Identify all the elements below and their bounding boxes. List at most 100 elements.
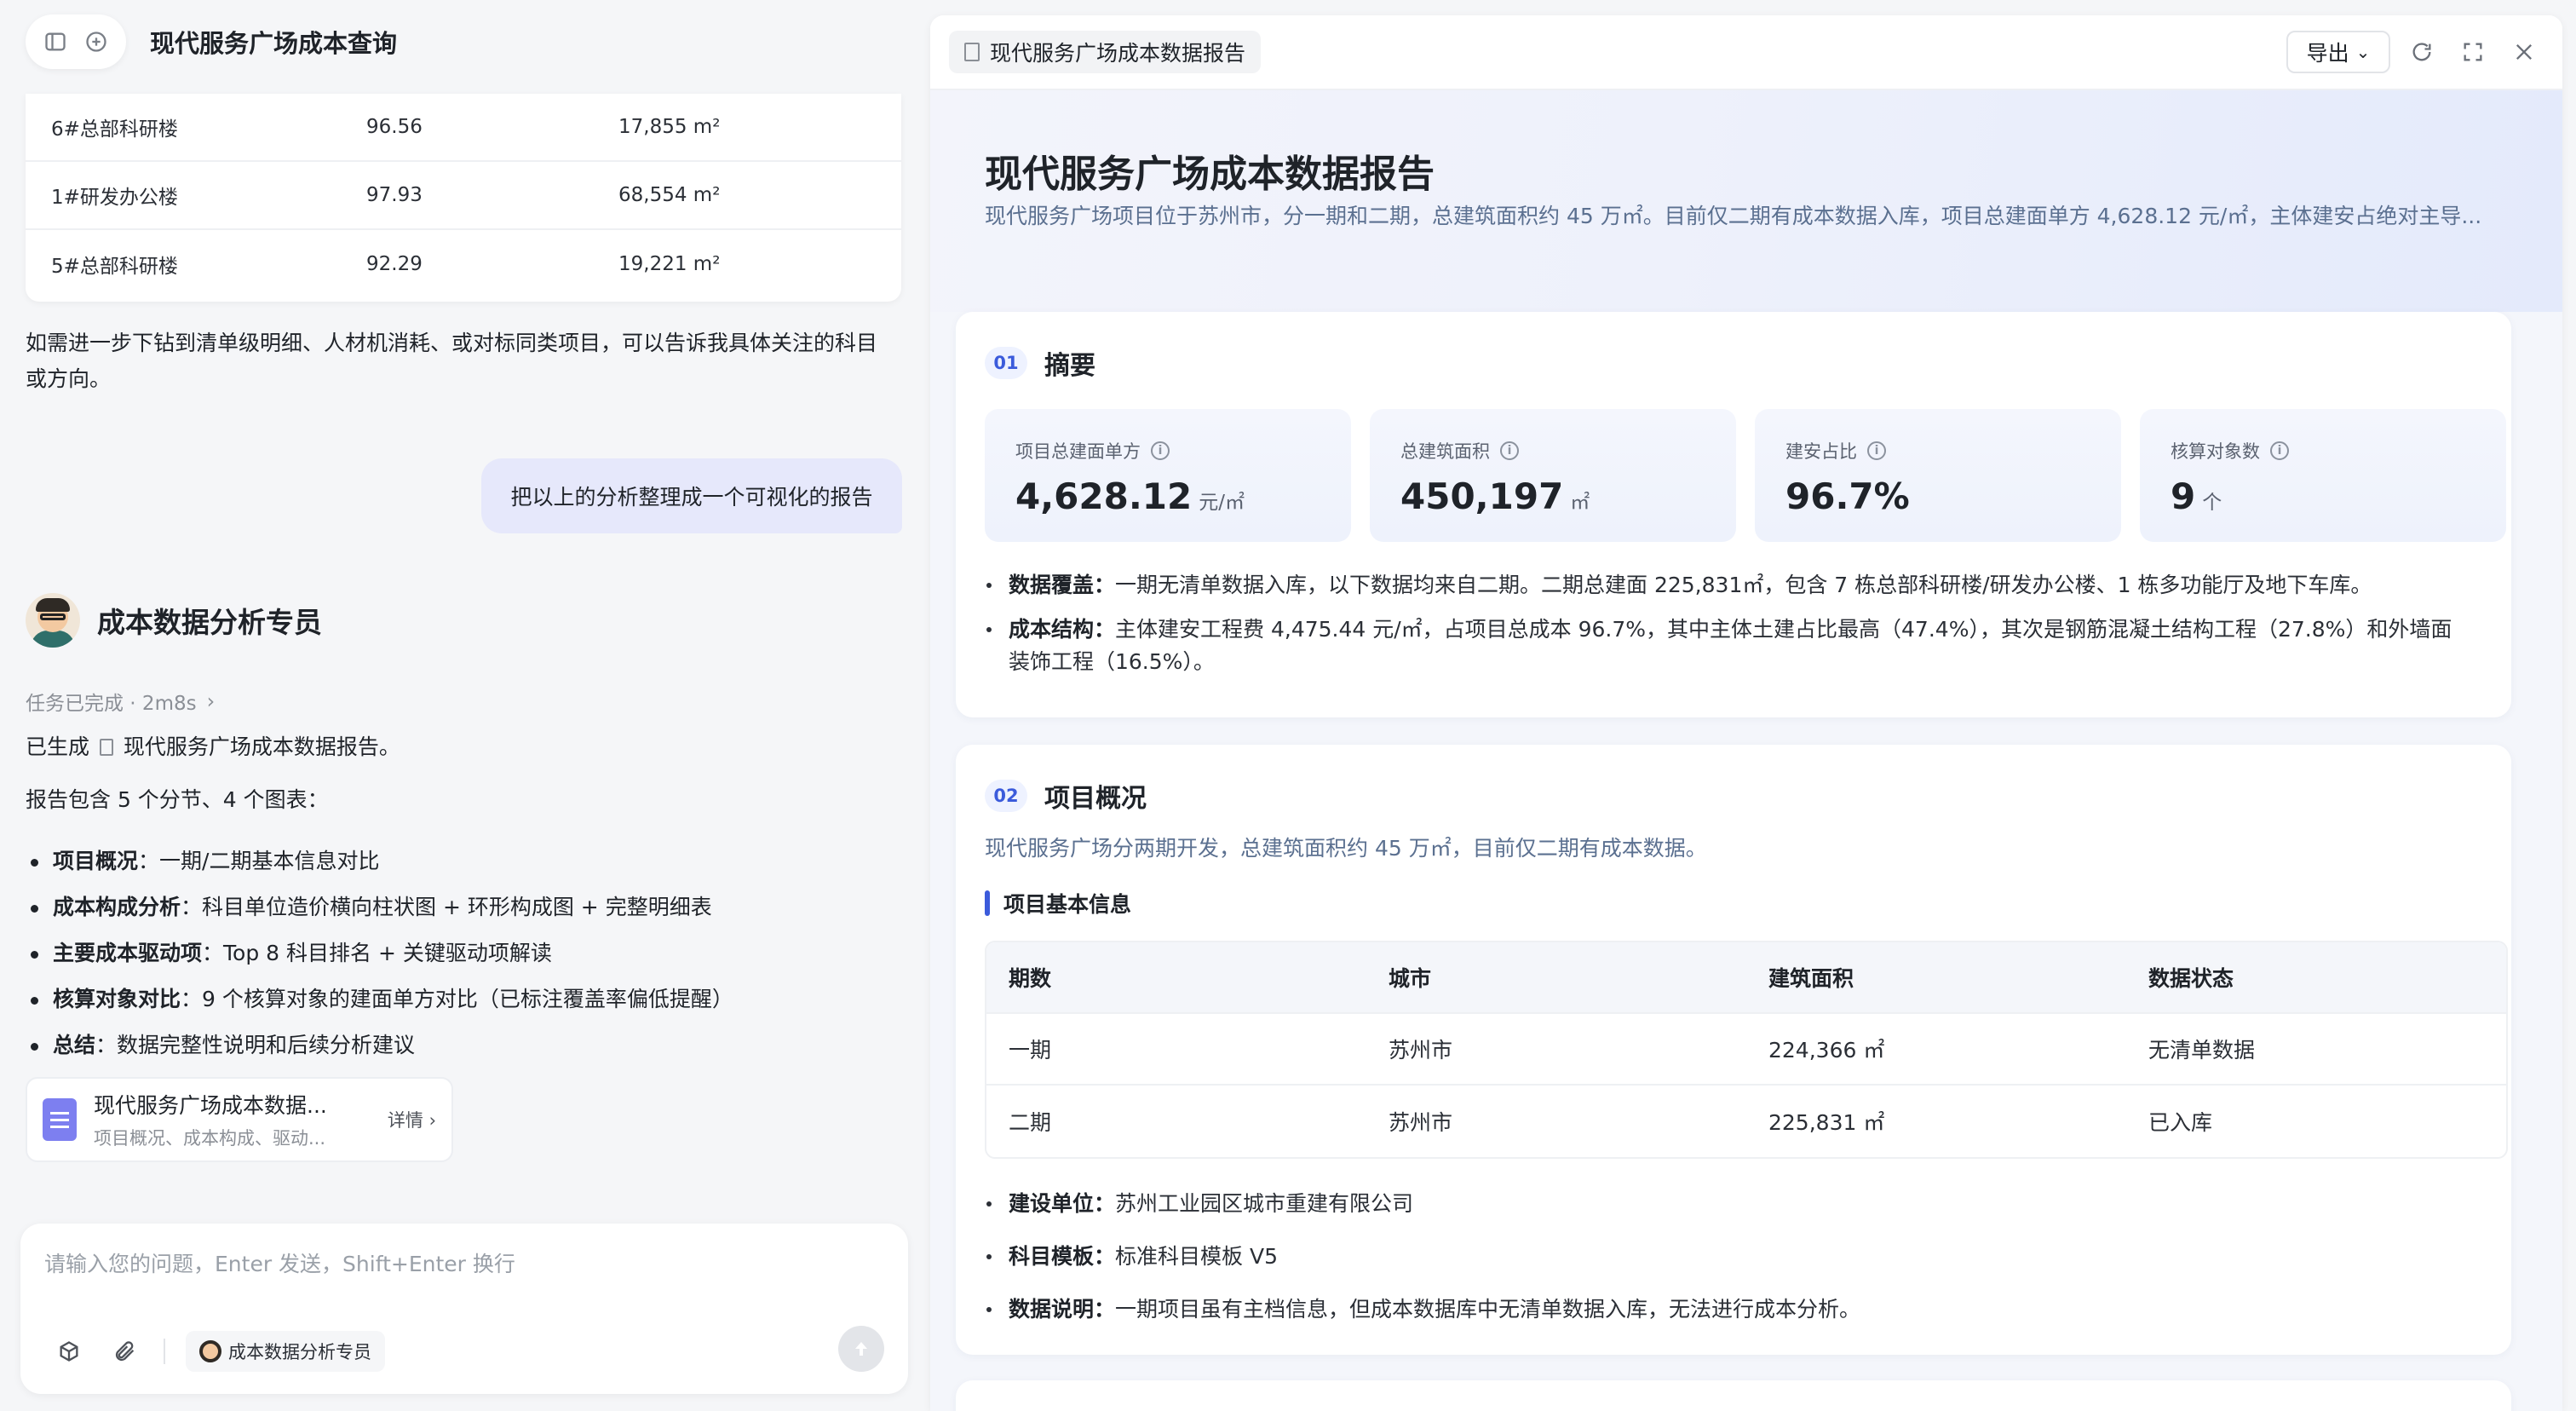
table-cell-area: 19,221 m² — [618, 253, 721, 275]
point-text: 一期无清单数据入库，以下数据均来自二期。二期总建面 225,831㎡，包含 7 … — [1115, 573, 2372, 597]
list-item-text: ：9 个核算对象的建面单方对比（已标注覆盖率偏低提醒） — [181, 987, 733, 1011]
chat-pane: 现代服务广场成本查询 6#总部科研楼 96.56 17,855 m² 1#研发办… — [0, 0, 929, 1411]
section-header: 02 项目概况 — [985, 777, 1147, 815]
list-item: 科目模板：标准科目模板 V5 — [985, 1241, 2501, 1273]
table-header: 城市 — [1389, 966, 1432, 991]
kpi-unit: ㎡ — [1570, 492, 1590, 514]
kpi-value: 96.7% — [1785, 475, 1910, 517]
point-text: 一期项目虽有主档信息，但成本数据库中无清单数据入库，无法进行成本分析。 — [1115, 1297, 1861, 1322]
agent-selector-chip[interactable]: 成本数据分析专员 — [186, 1331, 385, 1372]
arrow-up-icon — [855, 1342, 867, 1356]
subsection-title: 项目基本信息 — [1003, 892, 1132, 917]
section-number: 01 — [985, 347, 1027, 379]
chat-input-placeholder[interactable]: 请输入您的问题，Enter 发送，Shift+Enter 换行 — [44, 1247, 515, 1278]
report-tab[interactable]: 现代服务广场成本数据报告 — [949, 31, 1262, 73]
table-row: 1#研发办公楼 97.93 68,554 m² — [26, 162, 901, 230]
list-item: 成本结构：主体建安工程费 4,475.44 元/㎡，占项目总成本 96.7%，其… — [985, 613, 2501, 678]
report-header-actions — [2404, 34, 2542, 70]
table-header: 建筑面积 — [1768, 966, 1854, 991]
kpi-value-row: 9个 — [2171, 475, 2475, 517]
report-header: 现代服务广场成本数据报告 导出 ⌄ — [930, 15, 2562, 90]
info-icon[interactable]: i — [1867, 441, 1886, 460]
table-cell-name: 1#研发办公楼 — [51, 187, 178, 209]
agent-header: 成本数据分析专员 — [26, 593, 322, 648]
kpi-card: 核算对象数 i 9个 — [2140, 409, 2506, 542]
fullscreen-icon[interactable] — [2455, 34, 2491, 70]
generated-line: 已生成 现代服务广场成本数据报告。 — [26, 729, 400, 765]
table-row: 6#总部科研楼 96.56 17,855 m² — [26, 94, 901, 162]
kpi-label: 建安占比 — [1785, 441, 1857, 462]
info-icon[interactable]: i — [1151, 441, 1170, 460]
kpi-label: 核算对象数 — [2171, 441, 2260, 462]
point-text: 苏州工业园区城市重建有限公司 — [1115, 1191, 1414, 1216]
report-title: 现代服务广场成本数据报告 — [985, 153, 1435, 196]
point-text-continued: 装饰工程（16.5%）。 — [1009, 649, 1215, 674]
task-status[interactable]: 任务已完成 · 2m8s › — [26, 687, 215, 716]
accent-bar — [985, 890, 990, 916]
list-item: 核算对象对比：9 个核算对象的建面单方对比（已标注覆盖率偏低提醒） — [26, 976, 911, 1022]
section-number: 02 — [985, 780, 1027, 812]
close-icon[interactable] — [2506, 34, 2542, 70]
task-status-text: 任务已完成 · 2m8s — [26, 693, 197, 715]
kpi-value-row: 4,628.12 元/㎡ — [1015, 475, 1320, 517]
new-chat-icon[interactable] — [78, 24, 114, 60]
list-item-bold: 总结 — [53, 1033, 96, 1057]
chat-title: 现代服务广场成本查询 — [150, 29, 398, 58]
report-pane: 现代服务广场成本数据报告 导出 ⌄ 现代服务广场成本数据报告 现代服务广场项目位… — [930, 15, 2562, 1411]
generated-doc-link[interactable]: 现代服务广场成本数据报告。 — [124, 734, 400, 759]
agent-name: 成本数据分析专员 — [97, 606, 322, 639]
kpi-label-row: 建安占比 i — [1785, 438, 2090, 464]
list-item-bold: 主要成本驱动项 — [53, 941, 203, 965]
document-icon — [43, 1098, 77, 1141]
section-title: 摘要 — [1044, 351, 1095, 381]
point-text: 标准科目模板 V5 — [1115, 1244, 1278, 1269]
list-item: 总结：数据完整性说明和后续分析建议 — [26, 1022, 911, 1068]
report-tab-label: 现代服务广场成本数据报告 — [990, 41, 1246, 66]
kpi-label-row: 项目总建面单方 i — [1015, 438, 1320, 464]
cube-icon[interactable] — [51, 1333, 87, 1369]
point-text: 主体建安工程费 4,475.44 元/㎡，占项目总成本 96.7%，其中主体土建… — [1115, 617, 2452, 642]
kpi-label-row: 总建筑面积 i — [1400, 438, 1705, 464]
table-cell-value: 92.29 — [366, 253, 423, 275]
table-row: 5#总部科研楼 92.29 19,221 m² — [26, 230, 901, 298]
generated-prefix: 已生成 — [26, 734, 90, 759]
report-file-card[interactable]: 现代服务广场成本数据... 项目概况、成本构成、驱动... 详情 › — [26, 1077, 453, 1162]
followup-line-2: 或方向。 — [26, 366, 112, 391]
kpi-unit: 元/㎡ — [1199, 492, 1245, 514]
file-card-title: 现代服务广场成本数据... — [94, 1093, 327, 1118]
table-cell: 224,366 ㎡ — [1768, 1038, 1885, 1063]
assistant-followup-text: 如需进一步下钻到清单级明细、人材机消耗、或对标同类项目，可以告诉我具体关注的科目… — [26, 325, 877, 397]
export-label: 导出 — [2306, 41, 2349, 66]
agent-avatar-small — [199, 1340, 221, 1362]
kpi-value-row: 96.7% — [1785, 475, 2090, 517]
chevron-down-icon: ⌄ — [2355, 42, 2371, 62]
file-card-text: 现代服务广场成本数据... 项目概况、成本构成、驱动... — [94, 1089, 341, 1150]
list-item-text: ：数据完整性说明和后续分析建议 — [95, 1033, 416, 1057]
kpi-label-row: 核算对象数 i — [2171, 438, 2475, 464]
info-icon[interactable]: i — [2270, 441, 2289, 460]
list-item: 数据说明：一期项目虽有主档信息，但成本数据库中无清单数据入库，无法进行成本分析。 — [985, 1293, 2501, 1326]
report-contains: 报告包含 5 个分节、4 个图表： — [26, 787, 329, 812]
export-button[interactable]: 导出 ⌄ — [2286, 31, 2390, 73]
info-icon[interactable]: i — [1500, 441, 1519, 460]
table-cell: 无清单数据 — [2148, 1038, 2256, 1063]
file-card-subtitle: 项目概况、成本构成、驱动... — [94, 1128, 326, 1149]
input-toolbar: 成本数据分析专员 — [51, 1331, 385, 1372]
kpi-label: 项目总建面单方 — [1015, 441, 1141, 462]
chat-input-box[interactable]: 请输入您的问题，Enter 发送，Shift+Enter 换行 成本数据分析专员 — [20, 1224, 908, 1394]
list-item-bold: 成本构成分析 — [53, 895, 181, 919]
sidebar-toggle-icon[interactable] — [37, 24, 73, 60]
document-icon — [964, 43, 980, 61]
kpi-label: 总建筑面积 — [1400, 441, 1490, 462]
file-card-detail-link[interactable]: 详情 › — [388, 1107, 436, 1132]
attachment-icon[interactable] — [107, 1333, 143, 1369]
table-cell: 二期 — [1009, 1110, 1052, 1135]
send-button[interactable] — [838, 1326, 884, 1372]
refresh-icon[interactable] — [2404, 34, 2440, 70]
report-hero: 现代服务广场成本数据报告 现代服务广场项目位于苏州市，分一期和二期，总建筑面积约… — [930, 90, 2562, 312]
table-cell: 已入库 — [2148, 1110, 2213, 1135]
list-item: 建设单位：苏州工业园区城市重建有限公司 — [985, 1188, 2501, 1220]
section-title: 项目概况 — [1044, 784, 1147, 814]
kpi-card: 总建筑面积 i 450,197 ㎡ — [1370, 409, 1736, 542]
document-icon — [99, 739, 113, 756]
